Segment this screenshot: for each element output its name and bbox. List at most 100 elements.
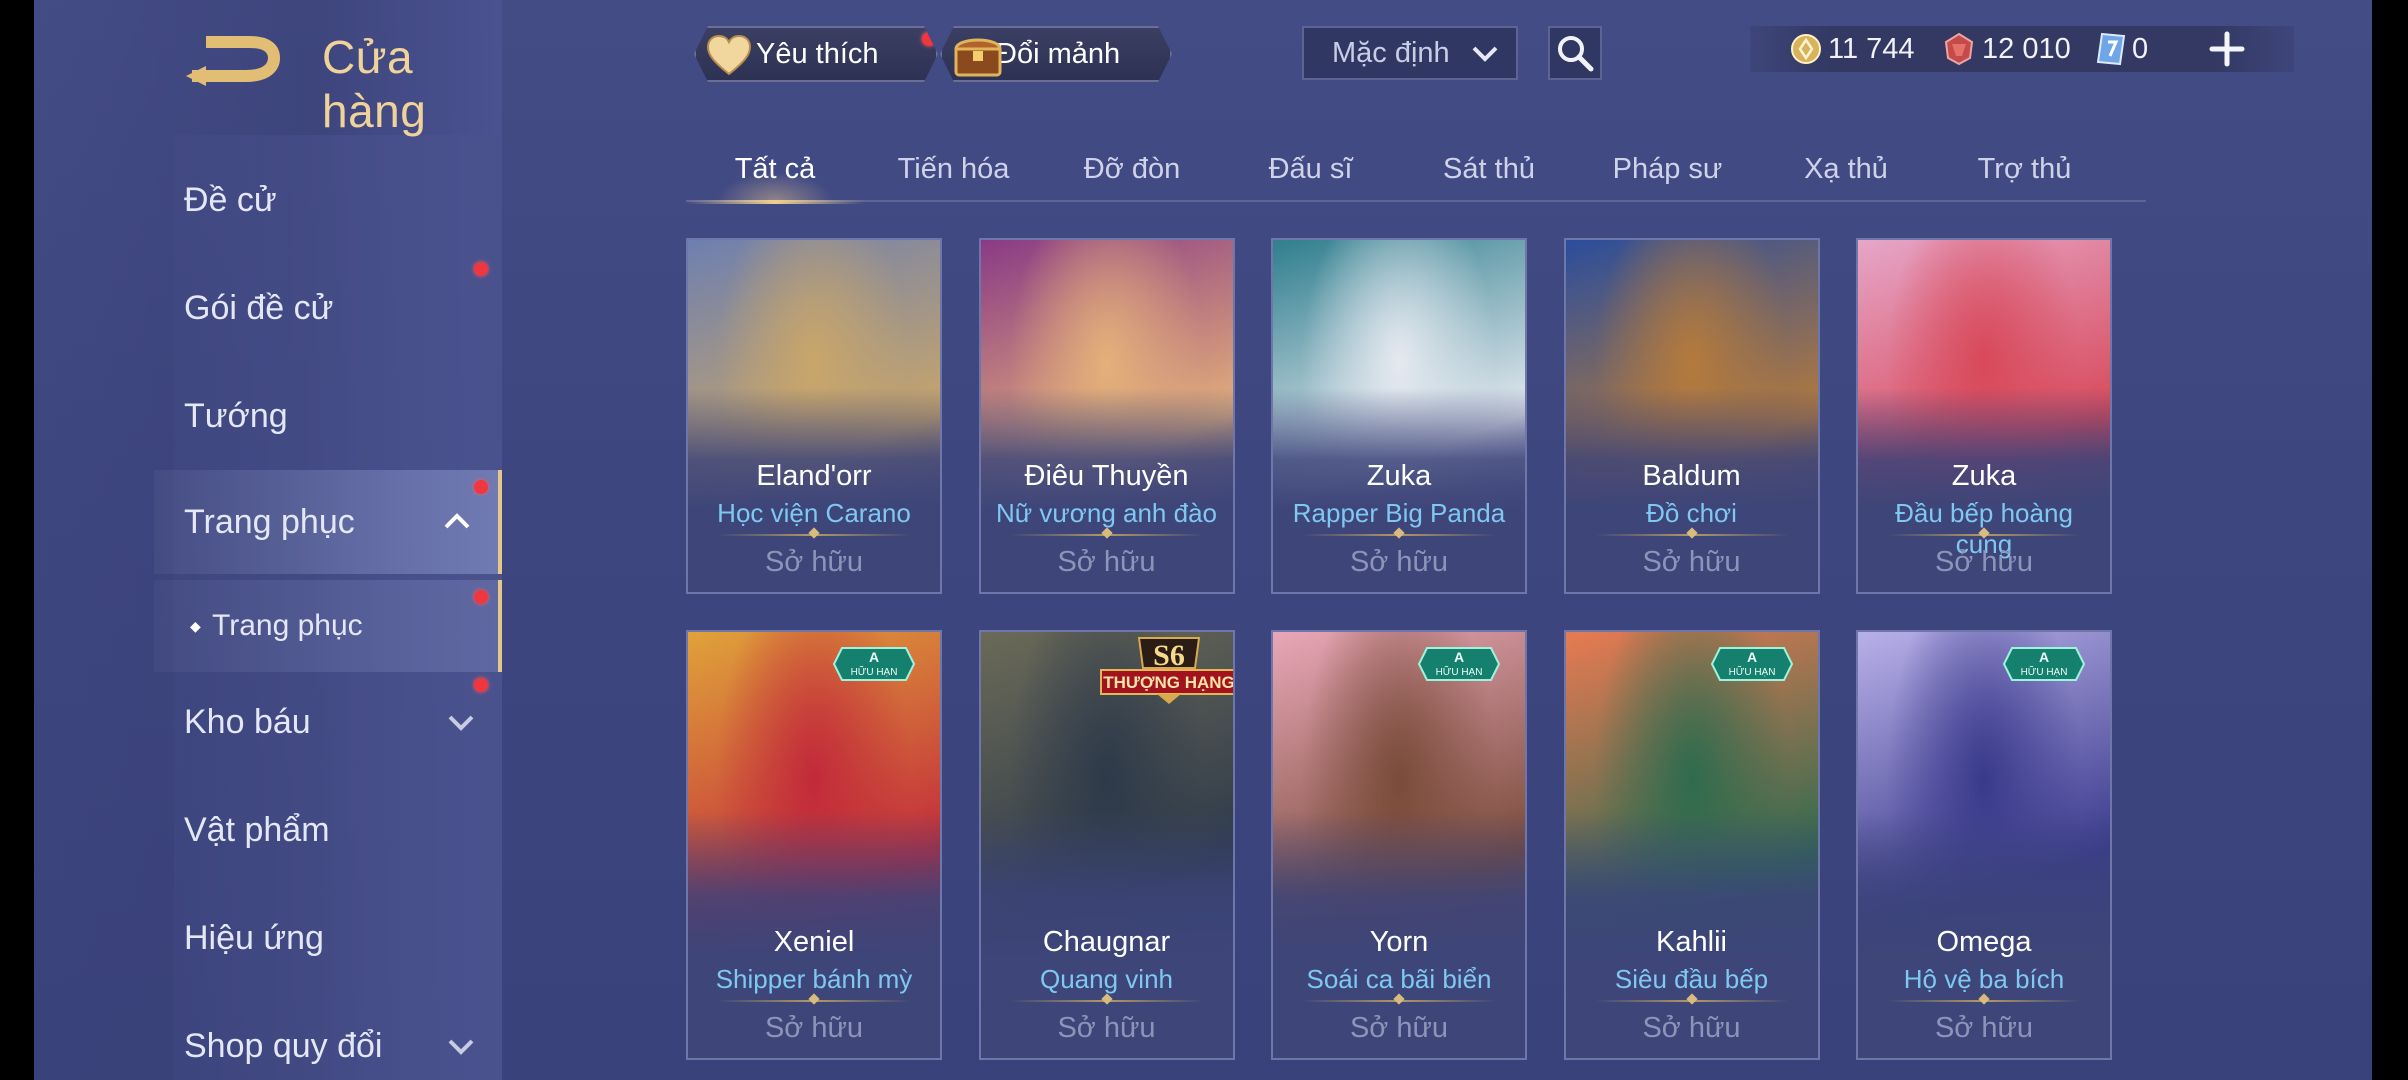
skin-card[interactable]: Điêu Thuyền Nữ vương anh đào Sở hữu	[978, 238, 1235, 594]
sidebar-item-heroes[interactable]: Tướng	[34, 364, 502, 468]
back-button[interactable]	[184, 30, 284, 90]
tab-marksman[interactable]: Xạ thủ	[1757, 136, 1935, 202]
sidebar-item-label: Vật phẩm	[184, 810, 330, 849]
card-divider	[1008, 1000, 1205, 1002]
skin-card[interactable]: Eland'orr Học viện Carano Sở hữu	[686, 238, 942, 594]
card-divider	[716, 534, 912, 536]
skin-card[interactable]: Xeniel Shipper bánh mỳ Sở hữu A HỮU HẠN	[686, 630, 942, 1060]
skin-card[interactable]: Zuka Rapper Big Panda Sở hữu	[1271, 238, 1527, 594]
limited-badge: A HỮU HẠN	[1710, 646, 1794, 682]
owned-status: Sở hữu	[1057, 546, 1156, 578]
card-divider	[1593, 534, 1790, 536]
gold-amount: 11 744	[1828, 32, 1915, 65]
hero-name: Zuka	[1366, 460, 1432, 492]
sidebar-subitem-skins[interactable]: ◆ Trang phục	[154, 580, 502, 672]
tab-label: Đỡ đòn	[1083, 152, 1181, 185]
sidebar-item-label: Gói đề cử	[184, 288, 334, 327]
owned-status: Sở hữu	[1349, 1012, 1449, 1044]
tab-label: Đấu sĩ	[1268, 152, 1353, 185]
voucher-gem-icon	[1944, 32, 1974, 66]
hero-name: Eland'orr	[756, 460, 872, 492]
sidebar-item-treasure[interactable]: Kho báu	[34, 670, 502, 774]
tab-label: Xạ thủ	[1804, 152, 1888, 185]
hero-name: Baldum	[1642, 460, 1741, 492]
tab-fighter[interactable]: Đấu sĩ	[1222, 136, 1400, 202]
search-icon	[1558, 36, 1594, 72]
tab-all[interactable]: Tất cả	[686, 136, 864, 204]
sidebar-item-items[interactable]: Vật phẩm	[34, 778, 502, 882]
sidebar-item-bundles[interactable]: Gói đề cử	[34, 256, 502, 360]
skin-name: Học viện Carano	[717, 498, 911, 528]
sort-dropdown[interactable]: Mặc định	[1302, 26, 1518, 80]
sidebar-item-effects[interactable]: Hiệu ứng	[34, 886, 502, 990]
chevron-up-icon	[444, 513, 470, 529]
heart-icon	[706, 34, 752, 76]
skin-card[interactable]: Omega Hộ vệ ba bích Sở hữu A HỮU HẠN	[1856, 630, 2112, 1060]
tab-label: Pháp sư	[1612, 152, 1723, 185]
hero-name: Omega	[1936, 926, 2032, 958]
notification-dot	[474, 678, 488, 692]
back-arrow-icon	[186, 36, 280, 86]
notification-dot	[474, 262, 488, 276]
chevron-down-icon	[1472, 46, 1498, 62]
tab-evolution[interactable]: Tiến hóa	[865, 136, 1043, 202]
sidebar-item-exchange-shop[interactable]: Shop quy đổi	[34, 994, 502, 1080]
gold-coin-icon	[1791, 34, 1821, 64]
sidebar-item-label: Hiệu ứng	[184, 918, 324, 957]
badge-text: HỮU HẠN	[851, 665, 898, 678]
sort-value: Mặc định	[1332, 36, 1450, 69]
sidebar-item-label: Shop quy đổi	[184, 1026, 383, 1065]
tab-assassin[interactable]: Sát thủ	[1400, 136, 1578, 202]
sidebar-item-recommended[interactable]: Đề cử	[34, 148, 502, 252]
hero-name: Yorn	[1369, 926, 1429, 958]
sidebar-item-skins[interactable]: Trang phục	[154, 470, 502, 574]
exchange-shards-button[interactable]: Đổi mảnh	[940, 26, 1172, 82]
badge-text: THƯỢNG HẠNG	[1103, 673, 1235, 692]
notification-dot	[922, 32, 936, 46]
chevron-down-icon	[448, 715, 474, 731]
owned-status: Sở hữu	[764, 546, 864, 578]
skin-name: Rapper Big Panda	[1292, 498, 1506, 528]
topup-button[interactable]	[2204, 26, 2250, 72]
notification-dot	[474, 480, 488, 494]
skin-name: Đồ chơi	[1646, 498, 1737, 528]
skin-card[interactable]: Kahlii Siêu đầu bếp Sở hữu A HỮU HẠN	[1563, 630, 1820, 1060]
card-divider	[1301, 534, 1497, 536]
owned-status: Sở hữu	[1642, 1012, 1741, 1044]
skin-name: Quang vinh	[1040, 964, 1173, 994]
ticket-amount: 0	[2132, 32, 2149, 65]
badge-text: HỮU HẠN	[2021, 665, 2068, 678]
sidebar-item-label: Tướng	[184, 396, 288, 435]
notification-dot	[474, 590, 488, 604]
badge-text: HỮU HẠN	[1728, 665, 1775, 678]
voucher-amount: 12 010	[1982, 32, 2071, 65]
shop-screen: Cửa hàng Đề cử Gói đề cử Tướng Trang phụ…	[34, 0, 2372, 1080]
skin-name: Nữ vương anh đào	[996, 498, 1217, 528]
card-divider	[1886, 1000, 2082, 1002]
voucher-currency: 12 010	[1942, 26, 2071, 72]
tab-label: Trợ thủ	[1977, 152, 2072, 185]
hero-name: Chaugnar	[1042, 926, 1171, 958]
card-divider	[716, 1000, 912, 1002]
skin-card[interactable]: Chaugnar Quang vinh Sở hữu S6 THƯỢNG HẠNG	[978, 630, 1235, 1060]
owned-status: Sở hữu	[1057, 1012, 1156, 1044]
limited-badge: A HỮU HẠN	[1417, 646, 1501, 682]
sidebar-item-label: Trang phục	[184, 502, 355, 541]
search-button[interactable]	[1548, 26, 1602, 80]
limited-badge: A HỮU HẠN	[2002, 646, 2086, 682]
chevron-down-icon	[448, 1039, 474, 1055]
card-divider	[1886, 534, 2082, 536]
favorites-button[interactable]: Yêu thích	[694, 26, 938, 82]
skin-card[interactable]: Zuka Đầu bếp hoàng cung Sở hữu	[1856, 238, 2112, 594]
tab-mage[interactable]: Pháp sư	[1579, 136, 1757, 202]
tab-label: Tất cả	[734, 152, 816, 185]
skin-card[interactable]: Baldum Đồ chơi Sở hữu	[1563, 238, 1820, 594]
tab-tank[interactable]: Đỡ đòn	[1043, 136, 1221, 202]
skin-name: Shipper bánh mỳ	[715, 964, 913, 994]
skin-card[interactable]: Yorn Soái ca bãi biển Sở hữu A HỮU HẠN	[1271, 630, 1527, 1060]
skin-name: Hộ vệ ba bích	[1903, 964, 2065, 994]
tab-support[interactable]: Trợ thủ	[1936, 136, 2114, 202]
ticket-currency: 0	[2096, 26, 2148, 72]
owned-status: Sở hữu	[1642, 546, 1741, 578]
skin-name: Soái ca bãi biển	[1306, 964, 1492, 994]
